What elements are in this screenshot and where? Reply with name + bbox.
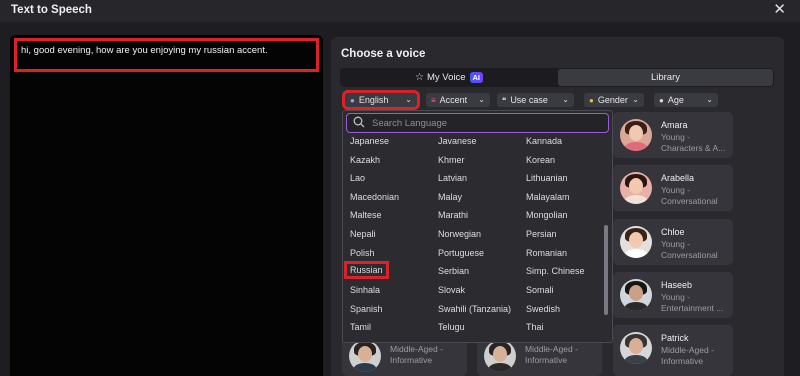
language-option-russian[interactable]: Russian <box>344 261 389 279</box>
star-icon: ☆ <box>414 72 424 83</box>
language-option[interactable]: Somali <box>526 285 554 295</box>
language-option[interactable]: Lithuanian <box>526 173 568 183</box>
tab-my-voice-label: My Voice <box>426 72 466 83</box>
accent-icon: ≡ <box>431 95 436 105</box>
voice-description: Young - Conversational <box>661 239 718 260</box>
voice-card-chloe[interactable]: Chloe Young - Conversational <box>613 219 733 265</box>
voice-description: Middle-Aged - Informative <box>525 344 578 365</box>
language-option[interactable]: Korean <box>526 155 555 165</box>
voice-card-amara[interactable]: Amara Young - Characters & A... <box>613 112 733 158</box>
gender-filter[interactable]: ● Gender ⌄ <box>584 93 644 107</box>
language-option[interactable]: Kazakh <box>350 155 380 165</box>
language-option[interactable]: Slovak <box>438 285 465 295</box>
person-icon: ● <box>589 95 594 105</box>
language-options: Japanese Javanese Kannada Kazakh Khmer K… <box>343 135 608 342</box>
language-option[interactable]: Telugu <box>438 322 465 332</box>
voice-card-patrick[interactable]: Patrick Middle-Aged - Informative <box>613 325 733 376</box>
chevron-down-icon: ⌄ <box>706 95 713 104</box>
language-filter-label: English <box>358 95 389 105</box>
language-search[interactable] <box>346 113 609 133</box>
language-option[interactable]: Spanish <box>350 304 383 314</box>
language-option[interactable]: Swahili (Tanzania) <box>438 304 511 314</box>
tab-library[interactable]: Library <box>558 69 773 86</box>
language-option[interactable]: Thai <box>526 322 544 332</box>
avatar <box>349 340 381 372</box>
voice-name: Chloe <box>661 227 685 237</box>
language-option[interactable]: Marathi <box>438 210 468 220</box>
avatar <box>620 172 652 204</box>
age-filter[interactable]: ● Age ⌄ <box>654 93 718 107</box>
quote-icon: ❝ <box>502 95 507 105</box>
language-option[interactable]: Portuguese <box>438 248 484 258</box>
language-option[interactable]: Maltese <box>350 210 382 220</box>
language-option[interactable]: Javanese <box>438 136 477 146</box>
chevron-down-icon: ⌄ <box>478 95 485 104</box>
avatar <box>620 279 652 311</box>
language-option[interactable]: Malay <box>438 192 462 202</box>
voice-tabs: ☆ My Voice AI Library <box>340 68 774 87</box>
voice-description: Young - Entertainment ... <box>661 292 724 313</box>
language-option[interactable]: Norwegian <box>438 229 481 239</box>
language-option[interactable]: Lao <box>350 173 365 183</box>
voice-card-haseeb[interactable]: Haseeb Young - Entertainment ... <box>613 272 733 318</box>
chevron-down-icon: ⌄ <box>405 95 412 104</box>
avatar <box>620 119 652 151</box>
voice-card-arabella[interactable]: Arabella Young - Conversational <box>613 165 733 211</box>
search-language-input[interactable] <box>372 116 592 130</box>
dropdown-scrollbar[interactable] <box>604 225 608 315</box>
voice-description: Middle-Aged - Informative <box>390 344 443 365</box>
language-option[interactable]: Swedish <box>526 304 560 314</box>
language-option[interactable]: Sinhala <box>350 285 380 295</box>
voice-description: Middle-Aged - Informative <box>661 345 714 366</box>
language-option[interactable]: Romanian <box>526 248 567 258</box>
use-case-filter[interactable]: ❝ Use case ⌄ <box>497 93 574 107</box>
avatar <box>620 332 652 364</box>
text-editor-panel: hi, good evening, how are you enjoying m… <box>10 35 323 376</box>
language-option[interactable]: Persian <box>526 229 557 239</box>
language-option[interactable]: Polish <box>350 248 375 258</box>
close-icon[interactable]: ✕ <box>773 2 786 18</box>
voice-name: Haseeb <box>661 280 693 290</box>
voice-description: Young - Conversational <box>661 185 718 206</box>
title-bar: Text to Speech ✕ <box>0 0 800 22</box>
age-icon: ● <box>659 95 664 105</box>
globe-icon: ● <box>350 95 355 105</box>
tab-my-voice[interactable]: ☆ My Voice AI <box>341 69 557 86</box>
voice-name: Arabella <box>661 173 695 183</box>
avatar <box>484 340 516 372</box>
accent-filter-label: Accent <box>439 95 468 105</box>
language-option[interactable]: Kannada <box>526 136 562 146</box>
voice-name: Patrick <box>661 333 689 343</box>
language-filter[interactable]: ● English ⌄ <box>342 90 420 110</box>
ai-badge: AI <box>469 72 483 83</box>
accent-filter[interactable]: ≡ Accent ⌄ <box>426 93 490 107</box>
language-option[interactable]: Tamil <box>350 322 371 332</box>
voice-description: Young - Characters & A... <box>661 132 726 153</box>
language-option[interactable]: Japanese <box>350 136 389 146</box>
language-option[interactable]: Khmer <box>438 155 465 165</box>
chevron-down-icon: ⌄ <box>562 95 569 104</box>
language-option[interactable]: Mongolian <box>526 210 568 220</box>
search-icon <box>353 116 365 128</box>
language-option[interactable]: Malayalam <box>526 192 570 202</box>
voice-name: Amara <box>661 120 688 130</box>
language-option[interactable]: Nepali <box>350 229 376 239</box>
language-option[interactable]: Macedonian <box>350 192 399 202</box>
window-title: Text to Speech <box>11 4 92 16</box>
choose-voice-heading: Choose a voice <box>341 48 426 60</box>
use-case-filter-label: Use case <box>510 95 548 105</box>
language-dropdown: Japanese Javanese Kannada Kazakh Khmer K… <box>342 110 613 343</box>
age-filter-label: Age <box>667 95 684 105</box>
language-option[interactable]: Simp. Chinese <box>526 266 585 276</box>
chevron-down-icon: ⌄ <box>632 95 639 104</box>
language-option[interactable]: Latvian <box>438 173 467 183</box>
gender-filter-label: Gender <box>597 95 628 105</box>
avatar <box>620 226 652 258</box>
language-option[interactable]: Serbian <box>438 266 469 276</box>
speech-text-input[interactable]: hi, good evening, how are you enjoying m… <box>14 38 319 72</box>
